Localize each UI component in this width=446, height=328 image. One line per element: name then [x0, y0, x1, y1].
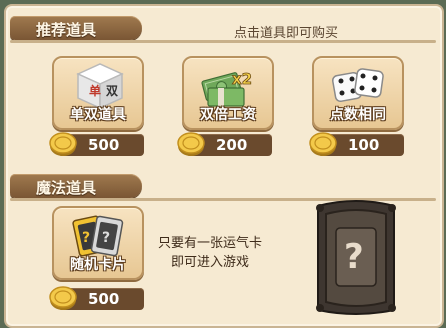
item-label: 单双道具 — [70, 107, 126, 123]
recommended-header: 推荐道具 — [10, 16, 142, 40]
luck-card-description: 只要有一张运气卡 即可进入游戏 — [150, 234, 270, 272]
item-label: 随机卡片 — [70, 257, 126, 273]
svg-text:?: ? — [102, 230, 110, 246]
item-label: 点数相同 — [330, 107, 386, 123]
magic-header: 魔法道具 — [10, 174, 142, 198]
coin-icon — [309, 132, 337, 156]
item-double-salary[interactable]: x2 双倍工资 — [182, 56, 274, 130]
section-divider — [10, 40, 436, 43]
svg-text:单: 单 — [89, 83, 101, 98]
price-tag: 500 — [49, 286, 144, 310]
odd-even-tile-icon: 单 双 — [76, 63, 124, 110]
coin-icon — [177, 132, 205, 156]
magic-header-label: 魔法道具 — [36, 179, 97, 197]
price-value: 500 — [88, 290, 120, 308]
mystery-card-icon[interactable]: ? — [308, 198, 404, 318]
money-x2-icon: x2 — [201, 70, 253, 107]
svg-text:?: ? — [82, 230, 90, 246]
price-value: 100 — [348, 136, 380, 154]
svg-text:双: 双 — [106, 84, 118, 98]
price-value: 500 — [88, 136, 120, 154]
svg-text:x2: x2 — [232, 70, 252, 88]
dice-icon — [331, 68, 384, 103]
coin-icon — [49, 132, 77, 156]
item-same-points[interactable]: 点数相同 — [312, 56, 404, 130]
item-odd-even[interactable]: 单 双 单双道具 — [52, 56, 144, 130]
item-label: 双倍工资 — [200, 107, 256, 123]
svg-text:?: ? — [344, 237, 364, 277]
random-card-icon: ? ? — [72, 215, 124, 257]
price-value: 200 — [216, 136, 248, 154]
coin-icon — [49, 286, 77, 310]
item-random-card[interactable]: ? ? 随机卡片 — [52, 206, 144, 280]
recommended-header-label: 推荐道具 — [36, 21, 97, 39]
price-tag: 200 — [177, 132, 272, 156]
price-tag: 500 — [49, 132, 144, 156]
description-line: 只要有一张运气卡 — [157, 236, 262, 251]
price-tag: 100 — [309, 132, 404, 156]
description-line: 即可进入游戏 — [170, 255, 249, 270]
purchase-hint: 点击道具即可购买 — [234, 26, 339, 41]
